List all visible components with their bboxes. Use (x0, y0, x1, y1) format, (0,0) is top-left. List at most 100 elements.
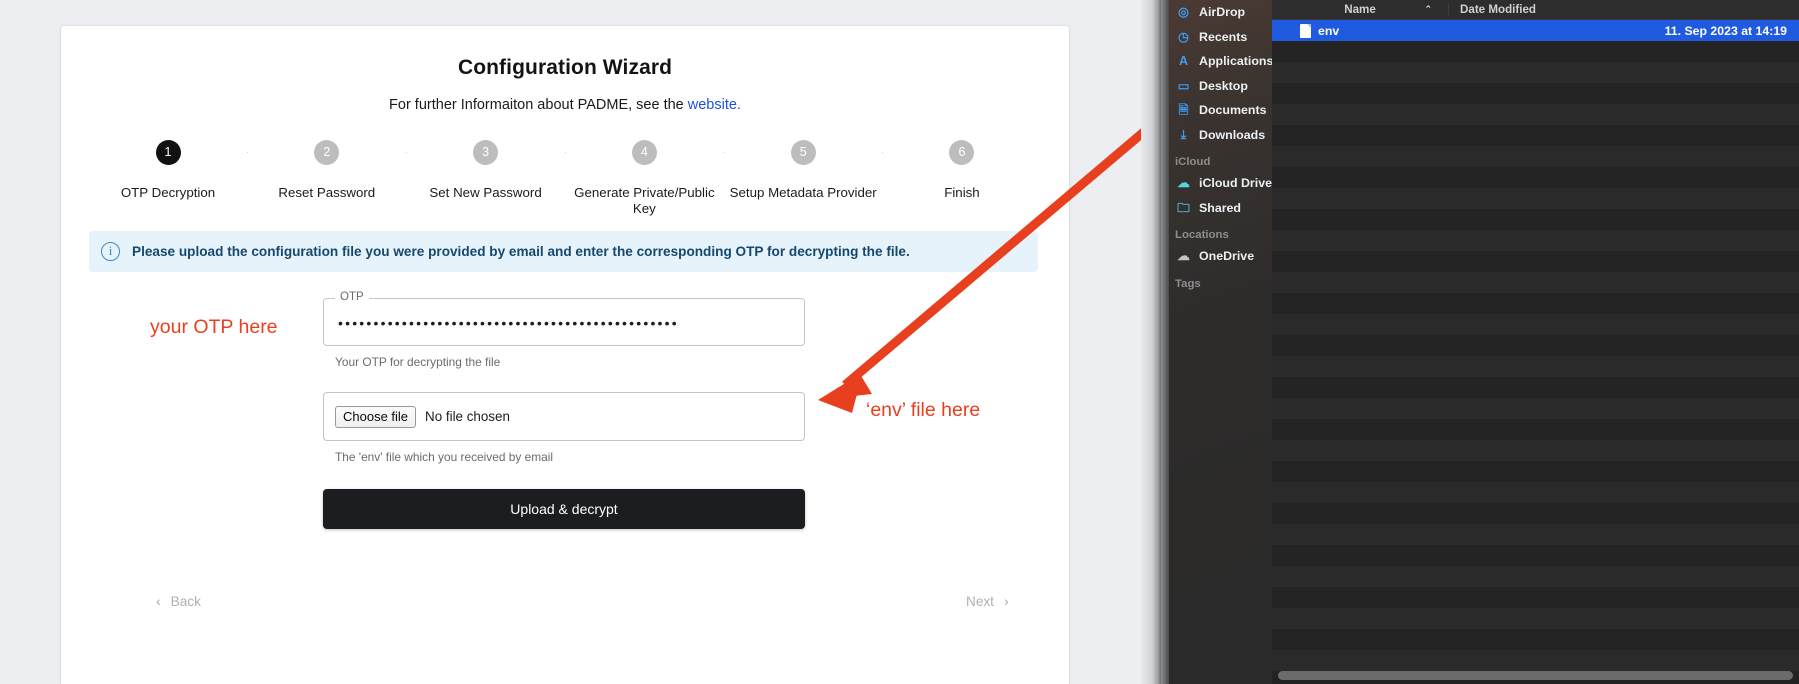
wizard-step-1[interactable]: 1 OTP Decryption (89, 140, 247, 201)
sidebar-item-label: Desktop (1199, 78, 1248, 93)
sidebar-item-label: Documents (1199, 103, 1267, 118)
empty-row (1272, 356, 1799, 377)
step-bullet: 6 (949, 140, 975, 165)
otp-input[interactable]: ••••••••••••••••••••••••••••••••••••••••… (338, 299, 790, 347)
column-header-name[interactable]: Name ⌃ (1272, 3, 1449, 16)
table-row[interactable]: env 11. Sep 2023 at 14:19 (1272, 20, 1799, 41)
chevron-right-icon: › (1003, 593, 1009, 609)
sidebar-section-locations: Locations (1175, 229, 1229, 241)
sidebar-item-desktop[interactable]: ▭ Desktop (1169, 74, 1272, 99)
empty-row (1272, 62, 1799, 83)
scrollbar-thumb[interactable] (1278, 671, 1793, 680)
cloud-icon: ☁ (1177, 176, 1190, 190)
sort-ascending-icon: ⌃ (1424, 4, 1432, 14)
empty-row (1272, 335, 1799, 356)
back-button[interactable]: ‹ Back (156, 593, 201, 609)
finder-window: ◎ AirDrop ◷ Recents A Applications ▭ Desktop 🗎 Do… (1141, 0, 1799, 684)
sidebar-item-recents[interactable]: ◷ Recents (1169, 25, 1272, 50)
empty-row (1272, 629, 1799, 650)
empty-row (1272, 146, 1799, 167)
empty-row (1272, 293, 1799, 314)
horizontal-scrollbar[interactable] (1272, 671, 1799, 680)
configuration-wizard-card: Configuration Wizard For further Informa… (61, 26, 1069, 684)
finder-file-list: Name ⌃ Date Modified env 11. Sep 2023 at … (1272, 0, 1799, 684)
sidebar-item-documents[interactable]: 🗎 Documents (1169, 98, 1272, 123)
shared-folder-icon: 🗀 (1177, 200, 1190, 215)
wizard-step-2[interactable]: 2 Reset Password (248, 140, 406, 201)
otp-input-wrapper[interactable]: OTP ••••••••••••••••••••••••••••••••••••… (323, 291, 805, 347)
empty-row (1272, 566, 1799, 587)
sidebar-item-label: Recents (1199, 29, 1248, 44)
sidebar-item-label: iCloud Drive (1199, 176, 1272, 191)
empty-row (1272, 503, 1799, 524)
sidebar-item-airdrop[interactable]: ◎ AirDrop (1169, 0, 1272, 25)
screenshot-root: Configuration Wizard For further Informa… (0, 0, 1799, 684)
upload-decrypt-button[interactable]: Upload & decrypt (323, 489, 805, 529)
empty-row (1272, 461, 1799, 482)
column-header-date-modified[interactable]: Date Modified (1449, 3, 1799, 16)
downloads-icon: ⤓ (1180, 127, 1187, 142)
empty-row (1272, 377, 1799, 398)
empty-row (1272, 209, 1799, 230)
airdrop-icon: ◎ (1178, 5, 1189, 19)
info-alert-text: Please upload the configuration file you… (132, 244, 910, 259)
sidebar-section-tags: Tags (1175, 277, 1201, 290)
step-bullet: 1 (155, 140, 181, 165)
window-edge-left (1141, 0, 1161, 684)
page-title: Configuration Wizard (457, 56, 673, 79)
empty-row (1272, 650, 1799, 671)
file-name-label: env (1318, 23, 1340, 38)
sidebar-item-downloads[interactable]: ⤓ Downloads (1169, 123, 1272, 148)
sidebar-item-icloud-drive[interactable]: ☁ iCloud Drive (1169, 171, 1272, 196)
empty-row (1272, 167, 1799, 188)
website-link[interactable]: website. (688, 97, 741, 113)
step-bullet: 2 (314, 140, 340, 165)
back-button-label: Back (170, 593, 201, 609)
step-label: Finish (944, 185, 980, 200)
subtitle-text: For further Informaiton about PADME, see… (389, 97, 688, 113)
empty-row (1272, 482, 1799, 503)
sidebar-item-label: Shared (1199, 200, 1242, 215)
next-button[interactable]: Next › (966, 593, 1009, 609)
window-edge-inner (1161, 0, 1169, 684)
wizard-step-3[interactable]: 3 Set New Password (407, 140, 565, 201)
file-list-header: Name ⌃ Date Modified (1272, 0, 1799, 20)
empty-row (1272, 188, 1799, 209)
otp-helper-text: Your OTP for decrypting the file (335, 355, 501, 369)
empty-row (1272, 230, 1799, 251)
applications-icon: A (1178, 54, 1189, 68)
wizard-stepper: 1 OTP Decryption 2 Reset Password 3 Set New P… (89, 140, 1041, 216)
empty-row (1272, 587, 1799, 608)
step-bullet: 4 (631, 140, 657, 165)
info-icon: i (101, 242, 120, 261)
annotation-env-note: ‘env’ file here (866, 399, 981, 421)
empty-row (1272, 608, 1799, 629)
file-input-wrapper[interactable]: Choose file No file chosen (323, 392, 805, 441)
sidebar-item-applications[interactable]: A Applications (1169, 49, 1272, 74)
wizard-step-5[interactable]: 5 Setup Metadata Provider (724, 140, 882, 201)
document-icon: 🗎 (1178, 103, 1189, 117)
column-header-name-label: Name (1344, 3, 1376, 16)
sidebar-item-shared[interactable]: 🗀 Shared (1169, 196, 1272, 221)
annotation-otp-note: your OTP here (150, 316, 278, 338)
step-bullet: 5 (790, 140, 816, 165)
empty-row (1272, 272, 1799, 293)
empty-row (1272, 545, 1799, 566)
empty-row (1272, 398, 1799, 419)
empty-row (1272, 125, 1799, 146)
empty-row (1272, 83, 1799, 104)
sidebar-item-label: Downloads (1199, 127, 1266, 142)
empty-row (1272, 440, 1799, 461)
otp-form: OTP ••••••••••••••••••••••••••••••••••••… (323, 291, 805, 529)
wizard-step-6[interactable]: 6 Finish (883, 140, 1041, 201)
info-alert: i Please upload the configuration file y… (89, 231, 1038, 272)
empty-row (1272, 251, 1799, 272)
wizard-step-4[interactable]: 4 Generate Private/Public Key (565, 140, 723, 216)
file-icon (1300, 23, 1311, 38)
empty-row (1272, 104, 1799, 125)
file-date-cell: 11. Sep 2023 at 14:19 (1664, 23, 1787, 38)
sidebar-item-onedrive[interactable]: ☁ OneDrive (1169, 244, 1272, 269)
choose-file-button[interactable]: Choose file (335, 405, 417, 428)
empty-row (1272, 314, 1799, 335)
sidebar-section-icloud: iCloud (1175, 156, 1211, 168)
